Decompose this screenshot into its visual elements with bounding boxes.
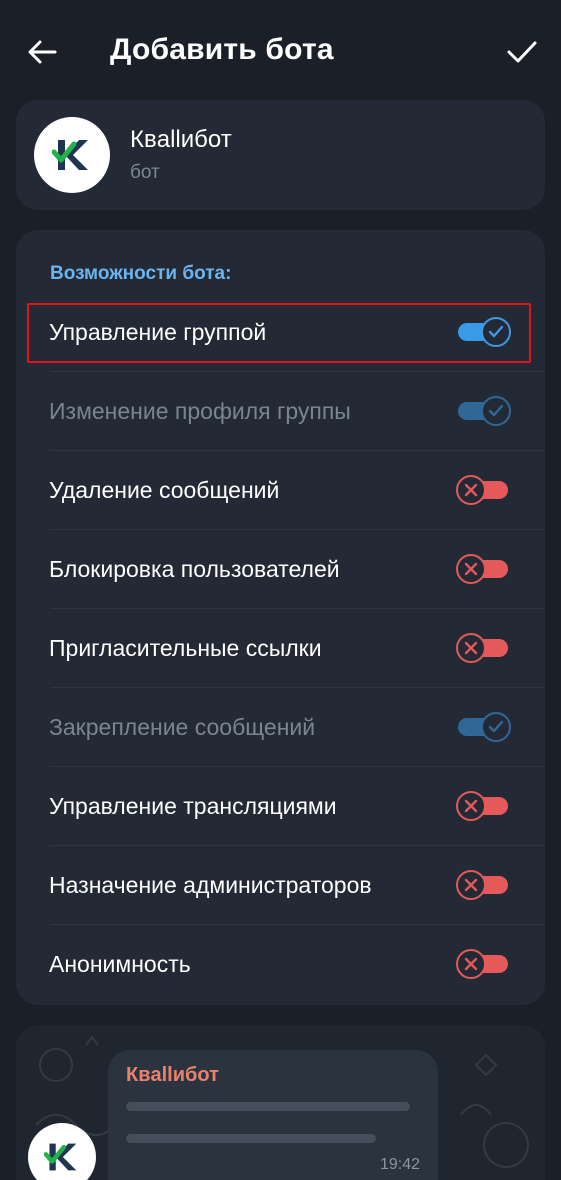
manage-group-toggle[interactable] [456,317,512,347]
permission-label: Блокировка пользователей [49,556,340,582]
permission-label: Изменение профиля группы [49,398,351,424]
check-icon [488,404,504,417]
bot-info-card: Квallибот бот [16,100,545,210]
arrow-left-icon [28,40,57,64]
anonymous-toggle[interactable] [456,949,512,979]
permission-row-anonymous[interactable]: Анонимность [16,925,545,1004]
permission-row-manage-streams[interactable]: Управление трансляциями [16,767,545,846]
cross-icon [464,641,478,655]
delete-messages-toggle[interactable] [456,475,512,505]
message-preview: Квallибот 19:42 [16,1025,545,1180]
permission-label: Удаление сообщений [49,477,280,503]
permission-row-manage-group[interactable]: Управление группой [16,293,545,372]
permission-row-invite-links[interactable]: Пригласительные ссылки [16,609,545,688]
permission-row-add-admins[interactable]: Назначение администраторов [16,846,545,925]
cross-icon [464,562,478,576]
checkmark-icon [507,41,537,63]
placeholder-line [126,1134,376,1143]
permission-label: Назначение администраторов [49,872,372,898]
placeholder-line [126,1102,410,1111]
pin-messages-toggle [456,712,512,742]
back-button[interactable] [22,32,62,72]
permission-label: Управление группой [49,319,267,345]
kvallibot-logo-icon [44,1143,77,1171]
permissions-card: Возможности бота: Управление группой Изм… [16,230,545,1005]
page-title: Добавить бота [110,33,334,66]
cross-icon [464,957,478,971]
check-icon [488,325,504,338]
bot-name: Квallибот [130,126,232,153]
change-profile-toggle [456,396,512,426]
permission-row-ban-users[interactable]: Блокировка пользователей [16,530,545,609]
cross-icon [464,799,478,813]
cross-icon [464,483,478,497]
permission-label: Пригласительные ссылки [49,635,322,661]
message-bubble: Квallибот 19:42 [108,1050,438,1180]
add-admins-toggle[interactable] [456,870,512,900]
message-time: 19:42 [379,1156,420,1173]
invite-links-toggle[interactable] [456,633,512,663]
check-icon [488,720,504,733]
confirm-button[interactable] [500,32,544,72]
permission-row-delete-messages[interactable]: Удаление сообщений [16,451,545,530]
kvallibot-logo-icon [52,140,88,170]
cross-icon [464,878,478,892]
message-sender: Квallибот [126,1064,219,1086]
permission-row-change-profile: Изменение профиля группы [16,372,545,451]
manage-streams-toggle[interactable] [456,791,512,821]
top-app-bar: Добавить бота [0,0,561,100]
permission-label: Закрепление сообщений [49,714,316,740]
permission-label: Управление трансляциями [49,793,337,819]
ban-users-toggle[interactable] [456,554,512,584]
bot-avatar [34,117,110,193]
permission-row-pin-messages: Закрепление сообщений [16,688,545,767]
section-title: Возможности бота: [50,263,232,284]
bot-subtitle: бот [130,162,160,183]
permission-label: Анонимность [49,951,191,977]
